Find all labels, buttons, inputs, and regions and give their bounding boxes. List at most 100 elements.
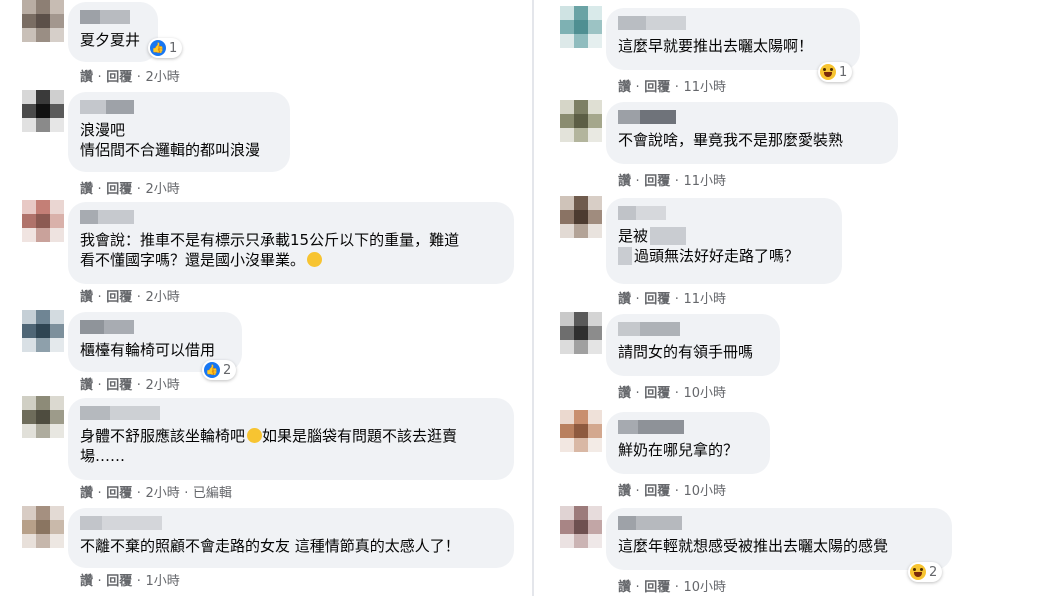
- comment-text: 請問女的有領手冊嗎: [618, 343, 754, 361]
- comment-bubble: 浪漫吧 情侶間不合邏輯的都叫浪漫: [68, 92, 290, 172]
- timestamp[interactable]: 10小時: [683, 484, 726, 499]
- like-link[interactable]: 讚: [618, 174, 631, 189]
- column-divider: [532, 0, 534, 596]
- like-link[interactable]: 讚: [618, 580, 631, 595]
- timestamp[interactable]: 2小時: [145, 70, 179, 85]
- reply-link[interactable]: 回覆: [106, 70, 132, 85]
- commenter-name-blurred[interactable]: [618, 322, 768, 336]
- reaction-count[interactable]: 👍 1: [148, 38, 183, 58]
- avatar[interactable]: [22, 310, 64, 352]
- comment-bubble: 這麼年輕就想感受被推出去曬太陽的感覺: [606, 508, 952, 570]
- avatar[interactable]: [560, 6, 602, 48]
- like-icon: 👍: [204, 362, 220, 378]
- timestamp[interactable]: 1小時: [145, 574, 179, 589]
- avatar[interactable]: [22, 200, 64, 242]
- like-link[interactable]: 讚: [618, 484, 631, 499]
- reaction-count[interactable]: 2: [908, 562, 943, 582]
- comment-bubble: 是被 過頭無法好好走路了嗎？: [606, 198, 842, 284]
- comment-text: 浪漫吧 情侶間不合邏輯的都叫浪漫: [80, 121, 261, 159]
- like-link[interactable]: 讚: [618, 292, 631, 307]
- commenter-name-blurred[interactable]: [80, 10, 146, 24]
- comment-actions: 讚 · 回覆 · 2小時 · 已編輯: [80, 486, 232, 501]
- like-link[interactable]: 讚: [80, 486, 93, 501]
- haha-icon: [910, 564, 926, 580]
- comment-actions: 讚 · 回覆 · 2小時: [80, 70, 180, 85]
- avatar[interactable]: [22, 396, 64, 438]
- timestamp[interactable]: 11小時: [683, 80, 726, 95]
- avatar[interactable]: [560, 506, 602, 548]
- commenter-name-blurred[interactable]: [80, 320, 230, 334]
- timestamp[interactable]: 11小時: [683, 174, 726, 189]
- reply-link[interactable]: 回覆: [644, 292, 670, 307]
- avatar[interactable]: [22, 506, 64, 548]
- commenter-name-blurred[interactable]: [80, 210, 502, 224]
- comment-actions: 讚 · 回覆 · 11小時: [618, 174, 726, 189]
- timestamp[interactable]: 10小時: [683, 580, 726, 595]
- avatar[interactable]: [22, 90, 64, 132]
- timestamp[interactable]: 2小時: [145, 378, 179, 393]
- avatar[interactable]: [22, 0, 64, 42]
- commenter-name-blurred[interactable]: [618, 110, 886, 124]
- comment-actions: 讚 · 回覆 · 2小時: [80, 290, 180, 305]
- commenter-name-blurred[interactable]: [80, 516, 502, 530]
- reply-link[interactable]: 回覆: [644, 80, 670, 95]
- avatar[interactable]: [560, 410, 602, 452]
- comments-column-right: 這麼早就要推出去曬太陽啊！ 1 讚 · 回覆 · 11小時 不會說啥，畢竟我不是…: [538, 0, 1060, 596]
- comment-bubble: 鮮奶在哪兒拿的？: [606, 412, 770, 474]
- reply-link[interactable]: 回覆: [644, 484, 670, 499]
- reply-link[interactable]: 回覆: [106, 574, 132, 589]
- comment-bubble: 我會說：推車不是有標示只承載15公斤以下的重量，難道 看不懂國字嗎？還是國小沒畢…: [68, 202, 514, 284]
- comment-actions: 讚 · 回覆 · 10小時: [618, 484, 726, 499]
- reply-link[interactable]: 回覆: [106, 182, 132, 197]
- edited-label[interactable]: 已編輯: [193, 486, 232, 501]
- reaction-count[interactable]: 👍 2: [202, 360, 237, 380]
- like-link[interactable]: 讚: [80, 378, 93, 393]
- reply-link[interactable]: 回覆: [106, 378, 132, 393]
- timestamp[interactable]: 10小時: [683, 386, 726, 401]
- comment-actions: 讚 · 回覆 · 11小時: [618, 292, 726, 307]
- like-link[interactable]: 讚: [80, 290, 93, 305]
- reply-link[interactable]: 回覆: [644, 174, 670, 189]
- haha-icon: [820, 64, 836, 80]
- reply-link[interactable]: 回覆: [644, 386, 670, 401]
- thinking-face-icon: [307, 252, 323, 267]
- avatar[interactable]: [560, 100, 602, 142]
- comment-bubble: 這麼早就要推出去曬太陽啊！: [606, 8, 860, 70]
- like-link[interactable]: 讚: [618, 80, 631, 95]
- comment-bubble: 不離不棄的照顧不會走路的女友 這種情節真的太感人了！: [68, 508, 514, 568]
- like-link[interactable]: 讚: [80, 70, 93, 85]
- avatar[interactable]: [560, 196, 602, 238]
- like-link[interactable]: 讚: [80, 182, 93, 197]
- commenter-name-blurred[interactable]: [618, 516, 940, 530]
- commenter-name-blurred[interactable]: [618, 420, 758, 434]
- comment-text: 夏夕夏井: [80, 31, 141, 49]
- comments-column-left: 夏夕夏井 👍 1 讚 · 回覆 · 2小時 浪漫吧 情侶間不合邏輯的都叫浪漫 讚 …: [0, 0, 528, 596]
- comment-text: 櫃檯有輪椅可以借用: [80, 341, 216, 359]
- commenter-name-blurred[interactable]: [80, 100, 278, 114]
- commenter-name-blurred[interactable]: [618, 16, 848, 30]
- comment-actions: 讚 · 回覆 · 2小時: [80, 182, 180, 197]
- timestamp[interactable]: 2小時: [145, 486, 179, 501]
- comment-actions: 讚 · 回覆 · 10小時: [618, 580, 726, 595]
- avatar[interactable]: [560, 312, 602, 354]
- like-link[interactable]: 讚: [80, 574, 93, 589]
- comment-bubble: 請問女的有領手冊嗎: [606, 314, 780, 376]
- comment-actions: 讚 · 回覆 · 11小時: [618, 80, 726, 95]
- comment-bubble: 身體不舒服應該坐輪椅吧 如果是腦袋有問題不該去逛賣 場……: [68, 398, 514, 480]
- comment-text: 不離不棄的照顧不會走路的女友 這種情節真的太感人了！: [80, 537, 460, 555]
- reaction-count[interactable]: 1: [818, 62, 853, 82]
- commenter-name-blurred[interactable]: [618, 206, 830, 220]
- thinking-face-icon: [247, 428, 263, 443]
- comment-text: 身體不舒服應該坐輪椅吧 如果是腦袋有問題不該去逛賣 場……: [80, 427, 458, 465]
- comment-actions: 讚 · 回覆 · 10小時: [618, 386, 726, 401]
- censored-text-blur: [650, 227, 687, 245]
- timestamp[interactable]: 2小時: [145, 290, 179, 305]
- timestamp[interactable]: 11小時: [683, 292, 726, 307]
- reply-link[interactable]: 回覆: [644, 580, 670, 595]
- commenter-name-blurred[interactable]: [80, 406, 502, 420]
- comment-text: 不會說啥，畢竟我不是那麼愛裝熟: [618, 131, 844, 149]
- timestamp[interactable]: 2小時: [145, 182, 179, 197]
- like-link[interactable]: 讚: [618, 386, 631, 401]
- reply-link[interactable]: 回覆: [106, 290, 132, 305]
- reply-link[interactable]: 回覆: [106, 486, 132, 501]
